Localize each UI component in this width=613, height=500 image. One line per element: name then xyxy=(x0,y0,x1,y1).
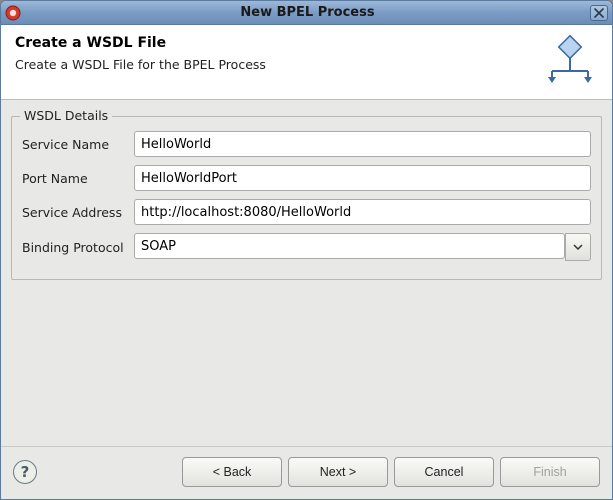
wizard-header-icon xyxy=(542,35,598,87)
group-title: WSDL Details xyxy=(20,108,112,123)
wsdl-details-group: WSDL Details Service Name Port Name Serv… xyxy=(11,116,602,280)
service-address-label: Service Address xyxy=(22,205,134,220)
service-name-row: Service Name xyxy=(22,131,591,157)
wizard-header-text: Create a WSDL File Create a WSDL File fo… xyxy=(15,35,266,72)
port-name-input[interactable] xyxy=(134,165,591,191)
binding-protocol-label: Binding Protocol xyxy=(22,240,134,255)
wizard-header: Create a WSDL File Create a WSDL File fo… xyxy=(1,25,612,100)
wizard-content: WSDL Details Service Name Port Name Serv… xyxy=(1,100,612,446)
help-icon: ? xyxy=(21,463,30,481)
dialog-window: New BPEL Process Create a WSDL File Crea… xyxy=(0,0,613,500)
window-close-button[interactable] xyxy=(590,5,608,21)
help-button[interactable]: ? xyxy=(13,460,37,484)
binding-protocol-combo[interactable] xyxy=(134,233,591,261)
next-button[interactable]: Next > xyxy=(288,457,388,487)
window-title: New BPEL Process xyxy=(25,5,590,20)
chevron-down-icon xyxy=(573,244,583,250)
service-address-input[interactable] xyxy=(134,199,591,225)
binding-protocol-input[interactable] xyxy=(134,233,565,259)
close-icon xyxy=(594,8,604,18)
back-button[interactable]: < Back xyxy=(182,457,282,487)
finish-button: Finish xyxy=(500,457,600,487)
service-address-row: Service Address xyxy=(22,199,591,225)
app-icon xyxy=(5,5,21,21)
binding-protocol-dropdown-button[interactable] xyxy=(565,233,591,261)
service-name-label: Service Name xyxy=(22,137,134,152)
wizard-footer: ? < Back Next > Cancel Finish xyxy=(1,446,612,499)
port-name-label: Port Name xyxy=(22,171,134,186)
page-subtitle: Create a WSDL File for the BPEL Process xyxy=(15,57,266,72)
service-name-input[interactable] xyxy=(134,131,591,157)
cancel-button[interactable]: Cancel xyxy=(394,457,494,487)
port-name-row: Port Name xyxy=(22,165,591,191)
page-title: Create a WSDL File xyxy=(15,35,266,51)
binding-protocol-row: Binding Protocol xyxy=(22,233,591,261)
titlebar[interactable]: New BPEL Process xyxy=(1,1,612,25)
wsdl-icon xyxy=(542,35,598,87)
